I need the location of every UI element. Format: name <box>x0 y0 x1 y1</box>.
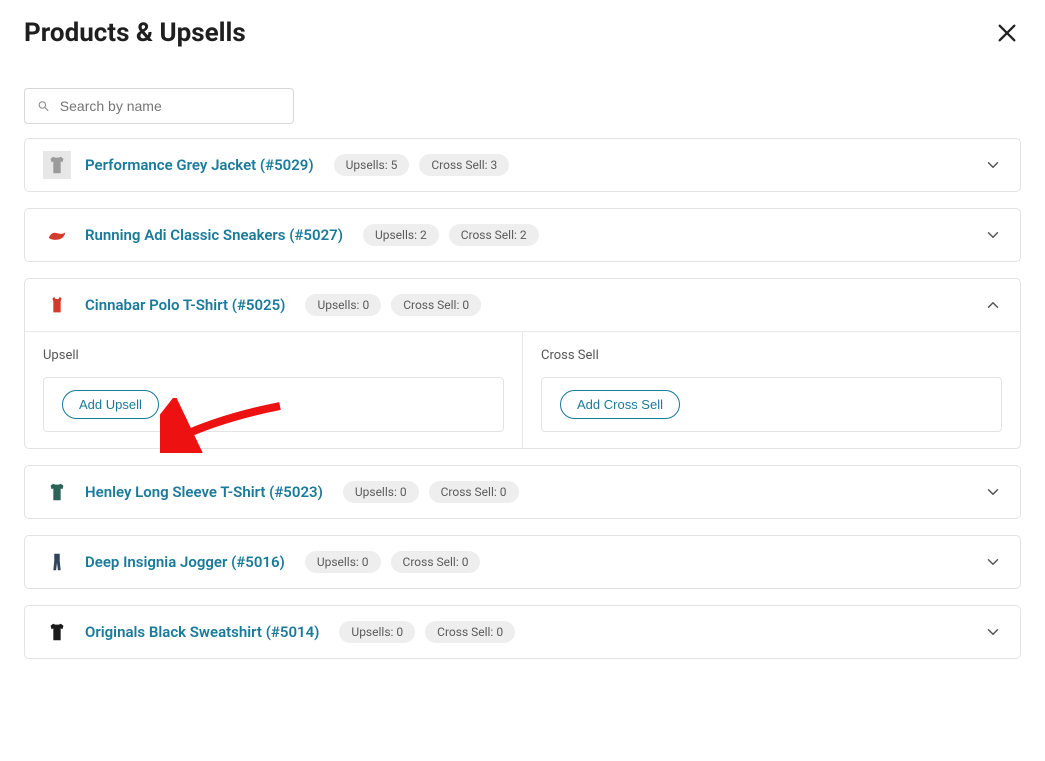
upsell-badge: Upsells: 5 <box>334 154 410 176</box>
product-row: Originals Black Sweatshirt (#5014) Upsel… <box>24 605 1021 659</box>
upsell-badge: Upsells: 0 <box>305 551 381 573</box>
cross-sell-section-label: Cross Sell <box>541 348 1002 363</box>
upsell-badge: Upsells: 0 <box>343 481 419 503</box>
product-row: Running Adi Classic Sneakers (#5027) Ups… <box>24 208 1021 262</box>
cross-sell-badge: Cross Sell: 3 <box>419 154 509 176</box>
close-button[interactable] <box>993 19 1021 47</box>
product-thumb <box>43 478 71 506</box>
cross-sell-badge: Cross Sell: 0 <box>391 294 481 316</box>
chevron-down-icon[interactable] <box>984 623 1002 641</box>
product-link[interactable]: Performance Grey Jacket (#5029) <box>85 156 314 174</box>
close-icon <box>996 22 1018 44</box>
search-input[interactable] <box>58 97 281 115</box>
product-link[interactable]: Originals Black Sweatshirt (#5014) <box>85 623 319 641</box>
product-row: Deep Insignia Jogger (#5016) Upsells: 0 … <box>24 535 1021 589</box>
add-upsell-button[interactable]: Add Upsell <box>62 390 159 419</box>
product-link[interactable]: Henley Long Sleeve T-Shirt (#5023) <box>85 483 323 501</box>
product-thumb <box>43 291 71 319</box>
product-thumb <box>43 548 71 576</box>
cross-sell-badge: Cross Sell: 0 <box>391 551 481 573</box>
search-box[interactable] <box>24 88 294 124</box>
product-link[interactable]: Running Adi Classic Sneakers (#5027) <box>85 226 343 244</box>
product-thumb <box>43 221 71 249</box>
cross-sell-badge: Cross Sell: 2 <box>449 224 539 246</box>
upsell-badge: Upsells: 0 <box>339 621 415 643</box>
chevron-down-icon[interactable] <box>984 553 1002 571</box>
product-thumb <box>43 618 71 646</box>
chevron-down-icon[interactable] <box>984 483 1002 501</box>
chevron-up-icon[interactable] <box>984 296 1002 314</box>
upsell-badge: Upsells: 0 <box>305 294 381 316</box>
product-row: Henley Long Sleeve T-Shirt (#5023) Upsel… <box>24 465 1021 519</box>
search-icon <box>37 99 50 113</box>
upsell-section-label: Upsell <box>43 348 504 363</box>
product-row: Performance Grey Jacket (#5029) Upsells:… <box>24 138 1021 192</box>
product-thumb <box>43 151 71 179</box>
product-row-expanded: Cinnabar Polo T-Shirt (#5025) Upsells: 0… <box>24 278 1021 449</box>
product-link[interactable]: Deep Insignia Jogger (#5016) <box>85 553 285 571</box>
upsell-badge: Upsells: 2 <box>363 224 439 246</box>
cross-sell-badge: Cross Sell: 0 <box>425 621 515 643</box>
add-cross-sell-button[interactable]: Add Cross Sell <box>560 390 680 419</box>
product-link[interactable]: Cinnabar Polo T-Shirt (#5025) <box>85 296 285 314</box>
chevron-down-icon[interactable] <box>984 156 1002 174</box>
chevron-down-icon[interactable] <box>984 226 1002 244</box>
page-title: Products & Upsells <box>24 18 246 48</box>
cross-sell-badge: Cross Sell: 0 <box>429 481 519 503</box>
